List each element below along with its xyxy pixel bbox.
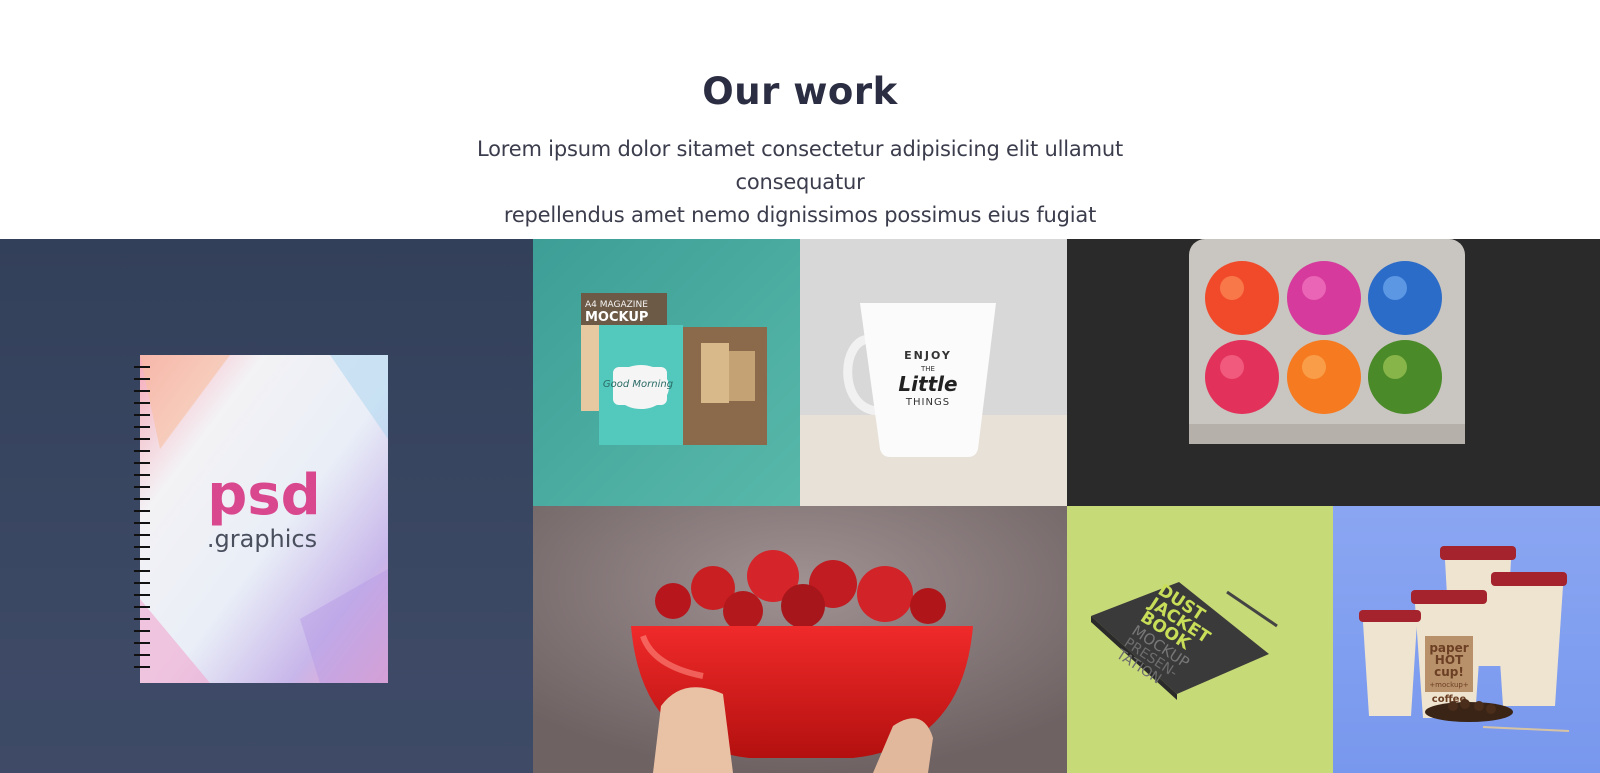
portfolio-item-magazine[interactable]: A4 MAGAZINE MOCKUP Good Morning — [533, 239, 800, 506]
portfolio-item-mug[interactable]: ENJOY THE Little THINGS — [800, 239, 1067, 506]
notebook-brand: psd — [207, 463, 321, 528]
portfolio-item-cups[interactable]: paper HOT cup! +mockup+ coffee — [1333, 506, 1600, 773]
mug-image: ENJOY THE Little THINGS — [800, 239, 1067, 506]
notebook-image: psd .graphics — [0, 239, 533, 773]
portfolio-item-notebook[interactable]: psd .graphics — [0, 239, 533, 773]
magazine-cup-text: Good Morning — [603, 379, 673, 390]
mug-line-4: THINGS — [905, 397, 950, 408]
portfolio-grid: psd .graphics A4 MAGAZINE MOCKUP Good Mo… — [0, 239, 1600, 773]
portfolio-item-eggs[interactable] — [1067, 239, 1600, 506]
magazine-label-big: MOCKUP — [585, 310, 648, 325]
book-image: DUST JACKET BOOK MOCKUP PRESEN- TATION — [1067, 506, 1333, 773]
portfolio-item-strawberries[interactable] — [533, 506, 1067, 773]
magazine-image: A4 MAGAZINE MOCKUP Good Morning — [533, 239, 800, 506]
section-subtitle: Lorem ipsum dolor sitamet consectetur ad… — [420, 133, 1180, 232]
eggs-image — [1067, 239, 1600, 506]
section-title: Our work — [702, 70, 898, 113]
subtitle-line-1: Lorem ipsum dolor sitamet consectetur ad… — [476, 137, 1123, 194]
strawberries-image — [533, 506, 1067, 773]
notebook-brand-sub: .graphics — [207, 525, 317, 553]
cups-line-3: cup! — [1434, 665, 1464, 679]
cups-line-4: +mockup+ — [1429, 681, 1469, 689]
portfolio-item-book[interactable]: DUST JACKET BOOK MOCKUP PRESEN- TATION — [1067, 506, 1333, 773]
mug-line-1: ENJOY — [904, 349, 952, 362]
section-header: Our work Lorem ipsum dolor sitamet conse… — [0, 0, 1600, 239]
magazine-label-small: A4 MAGAZINE — [585, 300, 648, 310]
subtitle-line-2: repellendus amet nemo dignissimos possim… — [503, 203, 1097, 227]
mug-line-3: Little — [898, 372, 957, 396]
cups-image: paper HOT cup! +mockup+ coffee — [1333, 506, 1600, 773]
